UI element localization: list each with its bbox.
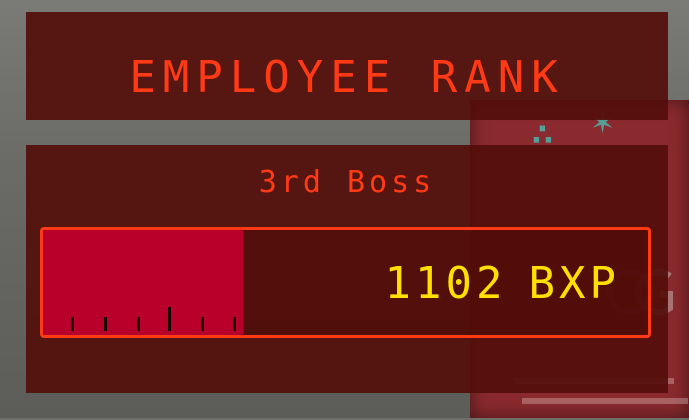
progress-value-unit: BXP [528, 258, 620, 309]
progress-tick [71, 317, 74, 331]
progress-tick [137, 317, 140, 331]
progress-tick [233, 317, 236, 331]
hud-title: EMPLOYEE RANK [129, 52, 565, 103]
title-panel: EMPLOYEE RANK [26, 12, 668, 120]
progress-tick-major [168, 307, 171, 331]
progress-value: 1102 BXP [385, 260, 620, 308]
rank-progress-fill [43, 230, 243, 335]
progress-tick [104, 317, 107, 331]
rank-progress-bar: 1102 BXP [40, 227, 651, 338]
rank-panel: 3rd Boss 1102 BXP [26, 145, 668, 393]
rank-name: 3rd Boss [258, 165, 436, 200]
progress-value-number: 1102 [384, 258, 507, 309]
progress-tick [201, 317, 204, 331]
